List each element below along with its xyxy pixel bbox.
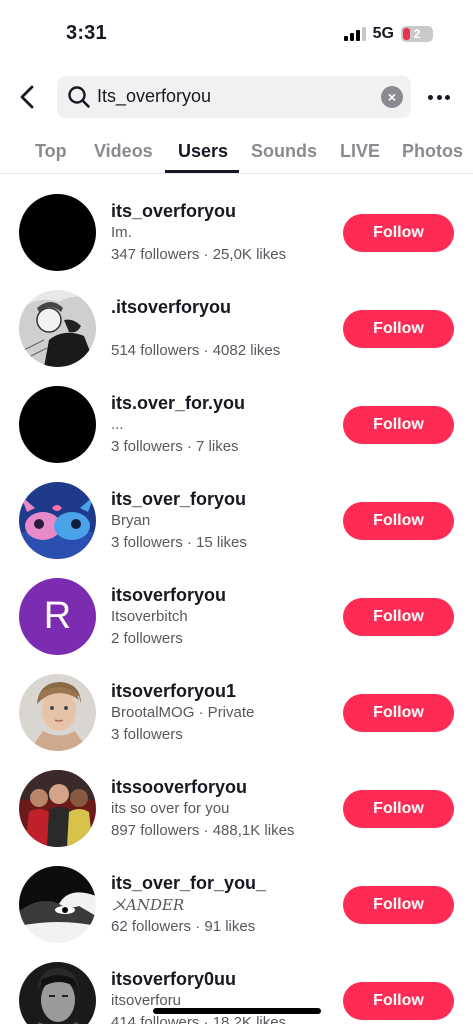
display-name: ...	[111, 416, 124, 433]
status-icons: 5G 2	[343, 25, 433, 43]
avatar[interactable]	[19, 194, 96, 271]
avatar-letter: R	[43, 595, 72, 637]
search-header: Its_overforyou ×	[0, 76, 473, 118]
tab-live[interactable]: LIVE	[340, 141, 380, 162]
close-icon: ×	[387, 89, 397, 105]
display-name	[111, 318, 336, 340]
search-query: Its_overforyou	[97, 86, 212, 106]
username: itsoverforyou	[111, 585, 227, 605]
list-item[interactable]: its_overforyou Im. 347 followers · 25,0K…	[0, 183, 473, 279]
username: itssooverforyou	[111, 777, 248, 797]
user-stats: 3 followers · 15 likes	[111, 534, 247, 551]
back-button[interactable]	[14, 83, 42, 111]
more-dots-icon	[428, 94, 433, 100]
active-tab-indicator	[165, 170, 239, 173]
status-time: 3:31	[66, 22, 107, 44]
username: .itsoverforyou	[111, 297, 232, 317]
follow-button[interactable]: Follow	[343, 310, 454, 348]
display-name: Bryan	[111, 512, 151, 529]
user-stats: 62 followers · 91 likes	[111, 918, 256, 935]
chevron-left-icon	[20, 85, 34, 109]
tab-top[interactable]: Top	[35, 141, 67, 162]
list-item[interactable]: .itsoverforyou 514 followers · 4082 like…	[0, 279, 473, 375]
follow-button[interactable]: Follow	[343, 214, 454, 252]
user-stats: 514 followers · 4082 likes	[111, 342, 281, 359]
search-input[interactable]: Its_overforyou ×	[57, 76, 411, 118]
avatar[interactable]	[19, 482, 96, 559]
more-options-button[interactable]	[426, 84, 452, 110]
user-stats: 3 followers · 7 likes	[111, 438, 239, 455]
user-stats: 347 followers · 25,0K likes	[111, 246, 287, 263]
username: its_over_foryou	[111, 489, 247, 509]
tab-photos[interactable]: Photos	[402, 141, 463, 162]
tab-sounds[interactable]: Sounds	[251, 141, 317, 162]
list-item[interactable]: R itsoverforyou Itsoverbitch 2 followers…	[0, 567, 473, 663]
display-name: メANDER	[111, 896, 185, 914]
user-stats: 897 followers · 488,1K likes	[111, 822, 295, 839]
user-stats: 2 followers	[111, 630, 183, 647]
avatar[interactable]	[19, 962, 96, 1024]
tab-videos[interactable]: Videos	[94, 141, 153, 162]
follow-button[interactable]: Follow	[343, 502, 454, 540]
follow-button[interactable]: Follow	[343, 790, 454, 828]
display-name: its so over for you	[111, 800, 230, 817]
username: its_over_for_you_	[111, 873, 267, 893]
list-item[interactable]: its_over_foryou Bryan 3 followers · 15 l…	[0, 471, 473, 567]
follow-button[interactable]: Follow	[343, 694, 454, 732]
username: its_overforyou	[111, 201, 237, 221]
display-name: BrootalMOG · Private	[111, 704, 255, 721]
home-indicator[interactable]	[153, 1008, 321, 1014]
username: itsoverforyou1	[111, 681, 237, 701]
battery-level: 2	[413, 27, 421, 41]
list-item[interactable]: its_over_for_you_ メANDER 62 followers · …	[0, 855, 473, 951]
avatar[interactable]	[19, 386, 96, 463]
signal-icon	[343, 27, 366, 41]
avatar[interactable]	[19, 866, 96, 943]
avatar[interactable]	[19, 674, 96, 751]
search-tabs: Top Videos Users Sounds LIVE Photos	[0, 132, 473, 174]
battery-icon: 2	[401, 26, 433, 42]
list-item[interactable]: itsoverforyou1 BrootalMOG · Private 3 fo…	[0, 663, 473, 759]
list-item[interactable]: itssooverforyou its so over for you 897 …	[0, 759, 473, 855]
username: itsoverfory0uu	[111, 969, 237, 989]
network-type: 5G	[372, 25, 394, 42]
tab-users[interactable]: Users	[178, 141, 228, 162]
follow-button[interactable]: Follow	[343, 886, 454, 924]
status-bar: 3:31 5G 2	[0, 0, 473, 68]
avatar[interactable]: R	[19, 578, 96, 655]
search-icon	[68, 86, 90, 108]
avatar[interactable]	[19, 770, 96, 847]
follow-button[interactable]: Follow	[343, 598, 454, 636]
clear-search-button[interactable]: ×	[381, 86, 403, 108]
username: its.over_for.you	[111, 393, 246, 413]
follow-button[interactable]: Follow	[343, 406, 454, 444]
follow-button[interactable]: Follow	[343, 982, 454, 1020]
display-name: Im.	[111, 224, 132, 241]
display-name: Itsoverbitch	[111, 608, 188, 625]
user-stats: 3 followers	[111, 726, 183, 743]
list-item[interactable]: its.over_for.you ... 3 followers · 7 lik…	[0, 375, 473, 471]
avatar[interactable]	[19, 290, 96, 367]
